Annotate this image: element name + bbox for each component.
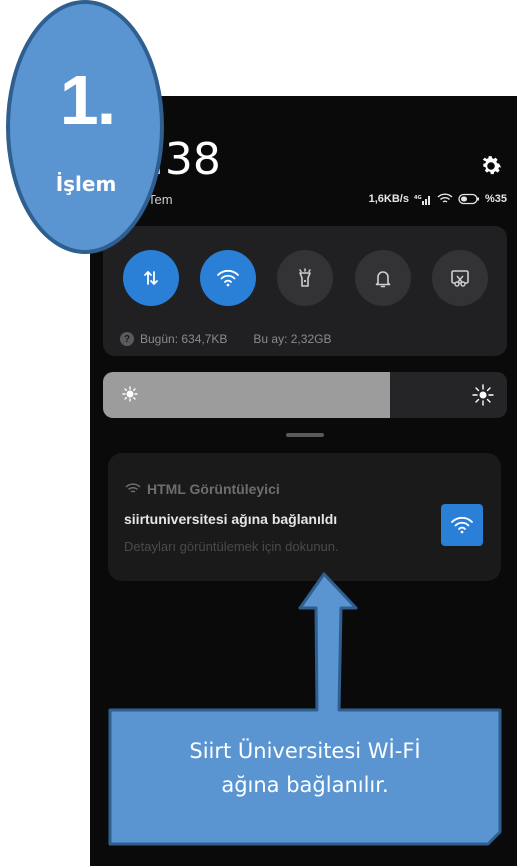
status-bar-right: 1,6KB/s 4G %35 <box>369 193 507 205</box>
brightness-high-icon <box>472 384 494 406</box>
toggle-screenshot[interactable] <box>432 250 488 306</box>
bell-icon <box>375 271 391 288</box>
notification-subtitle: Detayları görüntülemek için dokunun. <box>124 539 339 554</box>
battery-icon <box>458 193 479 205</box>
brightness-low-icon <box>122 386 138 402</box>
brightness-fill <box>103 372 390 418</box>
notification-wifi-icon <box>441 504 483 546</box>
help-icon: ? <box>120 332 134 346</box>
network-speed: 1,6KB/s <box>368 193 409 205</box>
toggle-flashlight[interactable] <box>277 250 333 306</box>
callout-text: Siirt Üniversitesi Wİ-Fİ ağına bağlanılı… <box>110 734 500 802</box>
notification-app-name: HTML Görüntüleyici <box>147 481 280 497</box>
toggle-notifications[interactable] <box>355 250 411 306</box>
screenshot-scissors-icon <box>451 270 469 287</box>
callout-line-2: ağına bağlanılır. <box>221 773 389 797</box>
usage-today: Bugün: 634,7KB <box>140 332 228 346</box>
svg-text:4G: 4G <box>414 195 422 201</box>
wifi-small-icon <box>125 483 141 493</box>
data-usage-row: ? Bugün: 634,7KB Bu ay: 2,32GB <box>120 332 331 346</box>
battery-percent: %35 <box>484 193 507 205</box>
signal-icon: 4G <box>414 195 430 205</box>
callout-line-1: Siirt Üniversitesi Wİ-Fİ <box>189 739 421 763</box>
usage-month: Bu ay: 2,32GB <box>253 332 332 346</box>
wifi-status-icon <box>437 193 453 203</box>
brightness-slider[interactable] <box>103 372 507 418</box>
wifi-icon <box>217 269 239 287</box>
notification-app-row: HTML Görüntüleyici <box>125 481 280 497</box>
data-arrows-icon <box>144 270 158 286</box>
step-badge: 1. İşlem <box>0 0 170 260</box>
settings-gear-icon[interactable] <box>478 153 504 179</box>
toggle-wifi[interactable] <box>200 250 256 306</box>
drawer-handle[interactable] <box>286 433 324 437</box>
notification-title: siirtuniversitesi ağına bağlanıldı <box>124 511 338 527</box>
step-number: 1. <box>59 61 116 139</box>
flashlight-icon <box>299 268 311 287</box>
step-label: İşlem <box>55 172 117 196</box>
